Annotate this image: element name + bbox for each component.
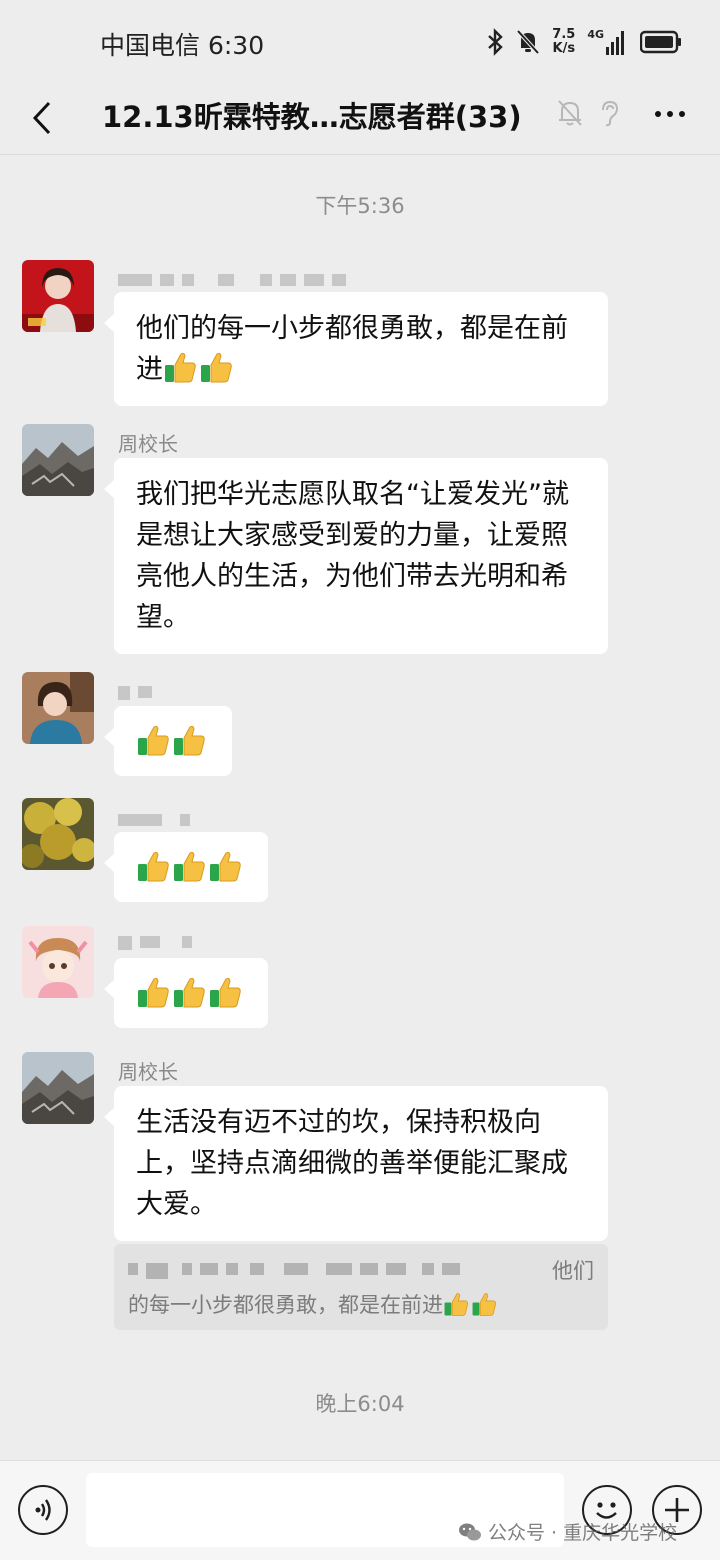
quote-sender-blurred (128, 1263, 460, 1279)
avatar-image (22, 926, 94, 998)
avatar[interactable] (22, 1052, 94, 1124)
message-bubble[interactable]: 生活没有迈不过的坎，保持积极向上，坚持点滴细微的善举便能汇聚成大爱。 (104, 1086, 608, 1241)
avatar[interactable] (22, 798, 94, 870)
net-speed-value: 7.5 (552, 27, 576, 42)
avatar-image (22, 260, 94, 332)
message-bubble[interactable] (104, 832, 268, 902)
net-speed-unit: K/s (552, 41, 576, 56)
message-text: 生活没有迈不过的坎，保持积极向上，坚持点滴细微的善举便能汇聚成大爱。 (136, 1107, 568, 1220)
avatar[interactable] (22, 926, 94, 998)
mute-bell-icon (558, 100, 582, 126)
avatar[interactable] (22, 672, 94, 744)
carrier-name: 中国电信 (100, 31, 201, 60)
thumbs-up-icon (172, 723, 206, 757)
avatar-image (22, 424, 94, 496)
avatar[interactable] (22, 424, 94, 496)
mute-icon (516, 29, 540, 55)
sender-name: 周校长 (118, 432, 178, 456)
thumbs-up-icon (471, 1291, 497, 1317)
message-bubble[interactable]: 他们的每一小步都很勇敢，都是在前进 (104, 292, 608, 406)
avatar-image (22, 1052, 94, 1124)
thumbs-up-icon (136, 975, 170, 1009)
quote-line-2: 的每一小步都很勇敢，都是在前进 (128, 1288, 594, 1322)
thumbs-up-icon (208, 975, 242, 1009)
status-bar: 中国电信 6:30 7.5 K/s 4G (0, 0, 720, 84)
thumbs-up-icon (443, 1291, 469, 1317)
avatar-image (22, 672, 94, 744)
thumbs-up-icon (172, 975, 206, 1009)
clock: 6:30 (207, 31, 265, 60)
message-bubble[interactable]: 我们把华光志愿队取名“让爱发光”就是想让大家感受到爱的力量，让爱照亮他人的生活，… (104, 458, 608, 654)
sender-name-blurred (118, 814, 190, 826)
chat-title: 12.13昕霖特教…志愿者群(33) (102, 100, 522, 134)
header-status-icons (556, 98, 622, 128)
carrier-time: 中国电信 6:30 (100, 26, 264, 62)
sender-name-blurred (118, 686, 152, 700)
quoted-message[interactable]: 他们 的每一小步都很勇敢，都是在前进 (114, 1244, 608, 1330)
header-divider (0, 154, 720, 155)
battery-icon (640, 30, 681, 54)
voice-icon (35, 1499, 51, 1521)
bluetooth-icon (488, 28, 504, 56)
status-icons: 7.5 K/s 4G (486, 24, 682, 60)
signal-icon (606, 31, 624, 55)
sender-name: 周校长 (118, 1060, 178, 1084)
thumbs-up-icon (208, 849, 242, 883)
thumbs-up-icon (136, 723, 170, 757)
back-button[interactable] (22, 92, 62, 144)
wechat-logo-icon (459, 1523, 481, 1540)
timestamp: 晚上6:04 (315, 1392, 405, 1416)
signal-group: 4G (587, 29, 628, 55)
sender-name-blurred (118, 274, 346, 286)
message-text: 我们把华光志愿队取名“让爱发光”就是想让大家感受到爱的力量，让爱照亮他人的生活，… (136, 479, 569, 633)
avatar[interactable] (22, 260, 94, 332)
quote-line-1: 他们 (128, 1254, 594, 1288)
avatar-image (22, 798, 94, 870)
net-type: 4G (587, 28, 604, 41)
voice-button[interactable] (18, 1485, 68, 1535)
more-button[interactable] (648, 94, 692, 134)
back-icon (32, 101, 51, 135)
watermark: 公众号 · 重庆华光学校 (458, 1518, 677, 1545)
thumbs-up-icon (172, 849, 206, 883)
quote-text-tail: 他们 (552, 1259, 594, 1283)
thumbs-up-icon (199, 350, 233, 384)
earpiece-icon (602, 100, 619, 127)
input-bar (0, 1460, 720, 1560)
net-speed: 7.5 K/s (552, 28, 575, 56)
message-bubble[interactable] (104, 706, 232, 776)
chat-header: 12.13昕霖特教…志愿者群(33) (0, 84, 720, 158)
quote-text: 的每一小步都很勇敢，都是在前进 (128, 1293, 443, 1317)
timestamp: 下午5:36 (315, 194, 405, 218)
more-icon (655, 111, 685, 117)
watermark-text: 公众号 · 重庆华光学校 (488, 1522, 678, 1544)
sender-name-blurred (118, 936, 192, 950)
thumbs-up-icon (136, 849, 170, 883)
thumbs-up-icon (163, 350, 197, 384)
message-bubble[interactable] (104, 958, 268, 1028)
